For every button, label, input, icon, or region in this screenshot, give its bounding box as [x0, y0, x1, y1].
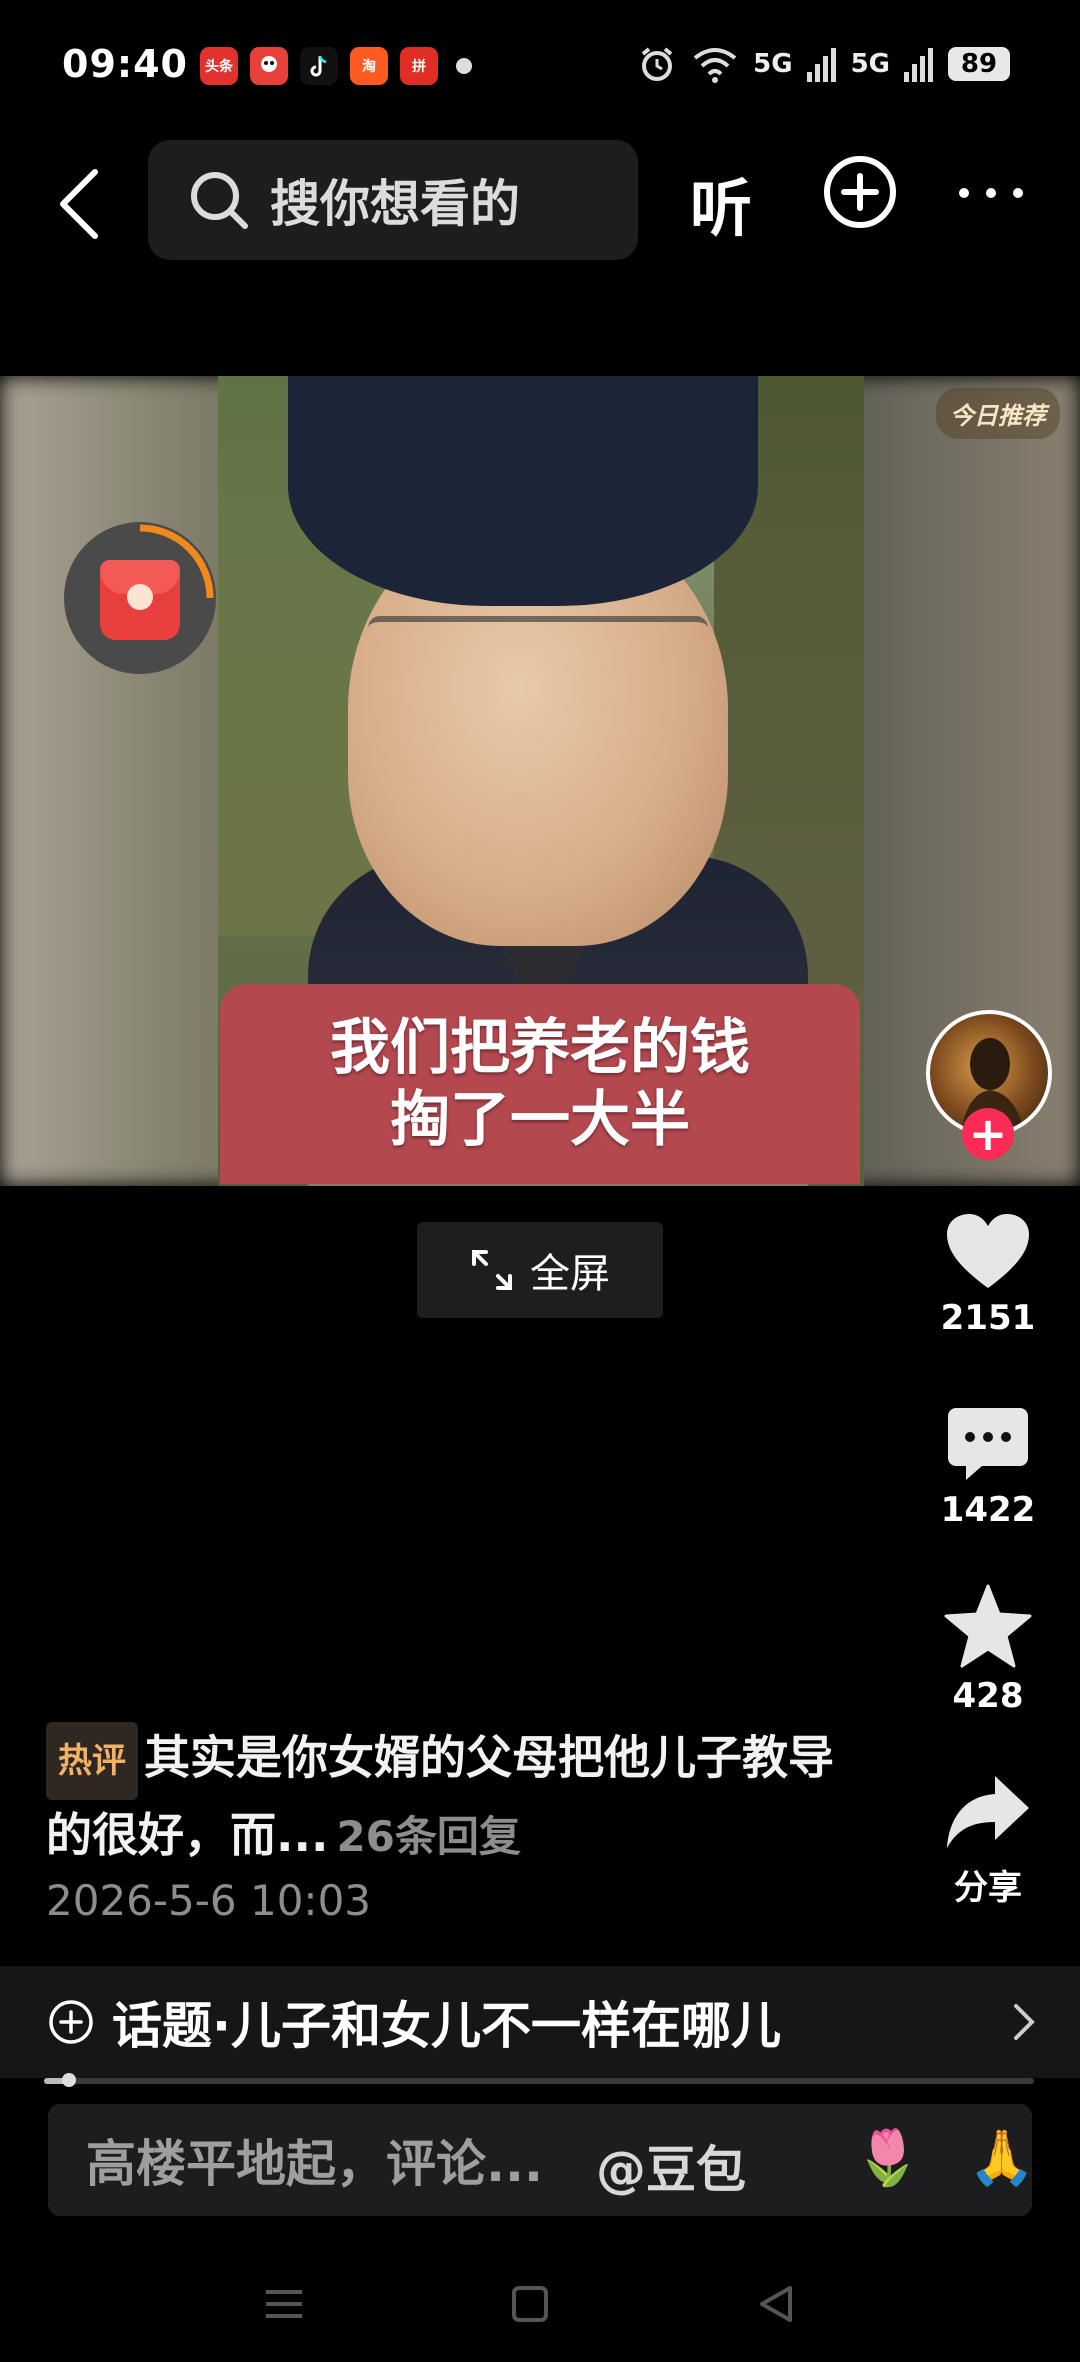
video-caption: 我们把养老的钱 掏了一大半 [220, 984, 860, 1184]
like-count: 2151 [940, 1298, 1036, 1338]
comment-input[interactable]: 高楼平地起，评论... @豆包 🌷 🙏 [48, 2104, 1035, 2216]
red-envelope-seal [127, 584, 153, 610]
share-button[interactable]: 分享 [938, 1772, 1038, 1909]
glasses [368, 616, 708, 676]
battery-icon: 89 [948, 47, 1010, 81]
caption-line-1: 我们把养老的钱 [330, 1013, 750, 1083]
red-envelope-icon [100, 560, 180, 640]
back-triangle-icon[interactable] [746, 2274, 806, 2334]
signal-2-label: 5G [850, 49, 890, 79]
heart-icon [947, 1214, 1029, 1288]
menu-icon[interactable] [254, 2274, 314, 2334]
back-button[interactable] [44, 164, 114, 244]
video-frame: 我们把养老的钱 掏了一大半 [218, 376, 864, 1186]
status-bar: 09:40 头条 淘 拼 5G 5G 89 [0, 0, 1080, 135]
status-time: 09:40 [62, 42, 188, 86]
star-icon [944, 1584, 1032, 1668]
toutiao-app-icon: 头条 [200, 47, 238, 85]
share-arrow-icon [947, 1776, 1029, 1848]
share-label: 分享 [954, 1868, 1022, 1908]
comment-button[interactable]: 1422 [938, 1406, 1038, 1530]
status-indicators: 5G 5G 89 [637, 44, 1010, 84]
comment-count: 1422 [940, 1490, 1036, 1530]
hot-comment[interactable]: 热评 其实是你女婿的父母把他儿子教导的很好，而... 26条回复 2026-5-6 … [46, 1722, 866, 1925]
more-notifications-dot-icon [456, 58, 472, 74]
progress-knob[interactable] [61, 2073, 76, 2087]
search-placeholder: 搜你想看的 [270, 175, 520, 233]
fullscreen-button[interactable]: 全屏 [417, 1222, 663, 1318]
topic-label: 话题·儿子和女儿不一样在哪儿 [112, 1997, 781, 2055]
system-nav-bar [0, 2250, 1080, 2362]
qq-app-icon [250, 47, 288, 85]
search-icon [191, 172, 248, 229]
comment-date: 2026-5-6 10:03 [46, 1876, 372, 1925]
comment-bubble-icon [948, 1408, 1028, 1480]
pray-emoji-button[interactable]: 🙏 [968, 2126, 1035, 2190]
more-options-button[interactable] [956, 168, 1026, 218]
red-packet-button[interactable] [64, 522, 216, 674]
person-cap [288, 376, 758, 606]
notification-icons: 头条 淘 拼 [200, 47, 472, 85]
topic-bar[interactable]: 话题·儿子和女儿不一样在哪儿 [0, 1966, 1080, 2078]
caption-line-2: 掏了一大半 [390, 1085, 690, 1155]
video-progress-bar[interactable] [44, 2073, 1034, 2087]
today-recommend-badge: 今日推荐 [936, 388, 1060, 439]
expand-icon [472, 1250, 512, 1290]
fullscreen-label: 全屏 [530, 1251, 610, 1297]
chevron-right-icon [1014, 2004, 1035, 2040]
signal-2-icon [904, 48, 933, 82]
wifi-icon [693, 48, 737, 83]
follow-plus-button[interactable]: + [962, 1108, 1014, 1160]
signal-1-label: 5G [753, 49, 793, 79]
chevron-left-icon [60, 169, 98, 239]
comment-placeholder: 高楼平地起，评论... [86, 2135, 543, 2193]
listen-button[interactable]: 听 [690, 158, 752, 248]
like-button[interactable]: 2151 [938, 1212, 1038, 1338]
tulip-emoji-button[interactable]: 🌷 [854, 2126, 921, 2190]
mention-doubao-button[interactable]: @豆包 [596, 2130, 746, 2202]
search-input[interactable]: 搜你想看的 [148, 140, 638, 260]
home-square-icon[interactable] [500, 2274, 560, 2334]
add-circle-button[interactable] [822, 154, 898, 230]
douyin-app-icon [300, 47, 338, 85]
video-player[interactable]: 我们把养老的钱 掏了一大半 今日推荐 [0, 376, 1080, 1186]
signal-1-icon [806, 48, 836, 82]
favorite-button[interactable]: 428 [938, 1584, 1038, 1716]
hot-comment-body: 热评 其实是你女婿的父母把他儿子教导的很好，而... 26条回复 [46, 1722, 866, 1872]
hot-comment-tag: 热评 [46, 1722, 138, 1800]
add-topic-icon [49, 2000, 93, 2044]
taobao-app-icon: 淘 [350, 47, 388, 85]
reply-count[interactable]: 26条回复 [336, 1812, 520, 1861]
pinduoduo-app-icon: 拼 [400, 47, 438, 85]
top-nav: 搜你想看的 听 [0, 140, 1080, 265]
favorite-count: 428 [952, 1676, 1024, 1716]
alarm-icon [641, 47, 673, 81]
